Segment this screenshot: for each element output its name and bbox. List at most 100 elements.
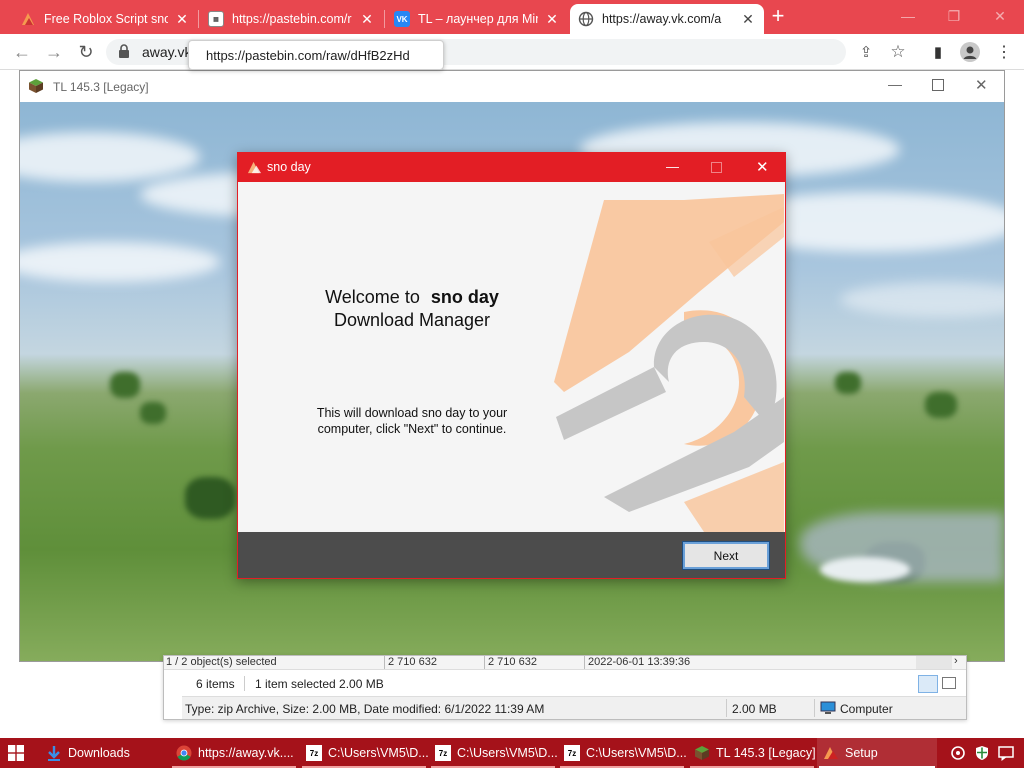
browser-tab-strip: Free Roblox Script sno ✕ ▦ https://paste… — [0, 0, 1024, 34]
close-dialog-icon[interactable]: ✕ — [756, 158, 769, 176]
tab-title: https://away.vk.com/a — [602, 12, 722, 26]
item-count: 6 items — [196, 677, 235, 691]
back-arrow-icon[interactable]: ← — [10, 40, 34, 64]
url-hover-tooltip: https://pastebin.com/raw/dHfB2zHd — [188, 40, 444, 70]
taskbar-item-chrome[interactable]: https://away.vk.... — [170, 738, 298, 768]
chrome-icon — [176, 745, 192, 761]
taskbar-item-setup[interactable]: Setup — [817, 738, 937, 768]
explorer-details-bar: Type: zip Archive, Size: 2.00 MB, Date m… — [182, 696, 966, 719]
close-tab-icon[interactable]: ✕ — [740, 11, 756, 28]
minimize-icon[interactable]: — — [888, 76, 902, 92]
archive-status-row: 1 / 2 object(s) selected 2 710 632 2 710… — [164, 656, 966, 670]
minecraft-block-icon — [694, 745, 710, 761]
instructions-line-1: This will download sno day to your — [316, 406, 508, 420]
preview-view-icon[interactable] — [942, 677, 956, 689]
tab-vk-tl[interactable]: VK TL – лаунчер для Mine ✕ — [386, 4, 568, 34]
product-name: sno day — [430, 287, 499, 307]
taskbar-label: TL 145.3 [Legacy] — [716, 746, 816, 760]
vk-favicon: VK — [394, 11, 410, 27]
explorer-status-bar: 6 items 1 item selected 2.00 MB — [182, 674, 966, 694]
taskbar-item-tl-launcher[interactable]: TL 145.3 [Legacy] — [688, 738, 816, 768]
pastebin-favicon: ▦ — [208, 11, 224, 27]
address-text: away.vk — [142, 44, 192, 60]
share-icon[interactable]: ⇪ — [854, 40, 878, 64]
profile-avatar-icon[interactable] — [958, 40, 982, 64]
taskbar-label: Setup — [845, 746, 878, 760]
installer-dialog: sno day — ✕ Welcome to sno day Download … — [237, 152, 786, 579]
reload-icon[interactable]: ↻ — [74, 40, 98, 64]
horizontal-scrollbar[interactable] — [916, 656, 952, 669]
installer-body: Welcome to sno day Download Manager This… — [238, 182, 785, 532]
scroll-right-arrow-icon[interactable]: › — [954, 656, 958, 667]
tab-away-vk[interactable]: https://away.vk.com/a ✕ — [570, 4, 764, 34]
taskbar-label: C:\Users\VM5\D... — [328, 746, 428, 760]
lock-icon — [118, 44, 130, 61]
file-manager-window: 1 / 2 object(s) selected 2 710 632 2 710… — [163, 655, 967, 720]
close-tab-icon[interactable]: ✕ — [359, 11, 375, 28]
maximize-icon — [711, 162, 722, 173]
action-center-icon[interactable] — [998, 738, 1018, 768]
windows-logo-icon — [8, 745, 24, 761]
sno-day-app-icon — [247, 160, 262, 175]
selected-info: 1 item selected 2.00 MB — [255, 677, 384, 691]
instructions-text: This will download sno day to your compu… — [238, 405, 586, 437]
file-details: Type: zip Archive, Size: 2.00 MB, Date m… — [185, 702, 545, 716]
tab-title: Free Roblox Script sno — [44, 12, 168, 26]
minecraft-block-icon — [28, 78, 44, 94]
tl-window-title: TL 145.3 [Legacy] — [53, 80, 149, 94]
file-size: 2.00 MB — [732, 702, 777, 716]
close-tab-icon[interactable]: ✕ — [544, 11, 560, 28]
forward-arrow-icon[interactable]: → — [42, 40, 66, 64]
7zip-icon: 7z — [306, 745, 322, 761]
download-folder-icon — [46, 745, 62, 761]
installer-titlebar[interactable]: sno day — ✕ — [238, 153, 785, 182]
globe-favicon — [578, 11, 594, 27]
sno-day-logo-watermark — [554, 194, 784, 532]
size-value: 2 710 632 — [388, 656, 437, 668]
modified-date: 2022-06-01 13:39:36 — [588, 656, 691, 668]
sno-day-favicon — [20, 11, 36, 27]
close-window-icon[interactable]: ✕ — [975, 76, 988, 94]
browser-toolbar: ← → ↻ away.vk ⇪ ☆ ▮ ⋮ — [0, 34, 1024, 70]
taskbar-label: https://away.vk.... — [198, 746, 294, 760]
installer-footer: Next — [238, 532, 785, 578]
taskbar-item-7zip-3[interactable]: 7z C:\Users\VM5\D... — [558, 738, 686, 768]
welcome-heading: Welcome to sno day Download Manager — [238, 286, 586, 332]
tray-hidden-icons[interactable] — [950, 738, 968, 768]
taskbar-label: Downloads — [68, 746, 130, 760]
tab-roblox-script[interactable]: Free Roblox Script sno ✕ — [12, 4, 198, 34]
taskbar-item-downloads[interactable]: Downloads — [40, 738, 168, 768]
tab-title: TL – лаунчер для Mine — [418, 12, 538, 26]
instructions-line-2: computer, click "Next" to continue. — [317, 422, 507, 436]
tl-titlebar[interactable]: TL 145.3 [Legacy] — ✕ — [20, 71, 1004, 102]
tab-title: https://pastebin.com/r — [232, 12, 352, 26]
location-label: Computer — [840, 702, 893, 716]
close-window-icon[interactable]: ✕ — [978, 4, 1022, 28]
restore-icon[interactable]: ❐ — [932, 4, 976, 28]
next-button[interactable]: Next — [682, 541, 770, 570]
minimize-icon[interactable]: — — [666, 159, 679, 174]
tab-pastebin[interactable]: ▦ https://pastebin.com/r ✕ — [200, 4, 383, 34]
defender-shield-icon[interactable] — [974, 738, 992, 768]
sno-day-setup-icon — [823, 745, 839, 761]
bookmark-star-icon[interactable]: ☆ — [886, 40, 910, 64]
windows-taskbar: Downloads https://away.vk.... 7z C:\User… — [0, 738, 1024, 768]
taskbar-item-7zip-2[interactable]: 7z C:\Users\VM5\D... — [429, 738, 557, 768]
selection-count: 1 / 2 object(s) selected — [166, 656, 277, 668]
details-view-icon[interactable] — [918, 675, 938, 693]
new-tab-plus-icon[interactable]: + — [767, 5, 789, 28]
7zip-icon: 7z — [435, 745, 451, 761]
installer-title: sno day — [267, 160, 311, 174]
packed-size-value: 2 710 632 — [488, 656, 537, 668]
minimize-icon[interactable]: — — [886, 4, 930, 28]
welcome-prefix: Welcome to — [325, 287, 420, 307]
welcome-subtitle: Download Manager — [333, 310, 491, 330]
start-button[interactable] — [8, 738, 30, 768]
close-tab-icon[interactable]: ✕ — [174, 11, 190, 28]
taskbar-item-7zip-1[interactable]: 7z C:\Users\VM5\D... — [300, 738, 428, 768]
maximize-icon[interactable] — [932, 79, 944, 91]
taskbar-label: C:\Users\VM5\D... — [457, 746, 557, 760]
side-panel-icon[interactable]: ▮ — [926, 40, 950, 64]
computer-icon — [820, 701, 836, 714]
chrome-menu-icon[interactable]: ⋮ — [992, 40, 1016, 64]
